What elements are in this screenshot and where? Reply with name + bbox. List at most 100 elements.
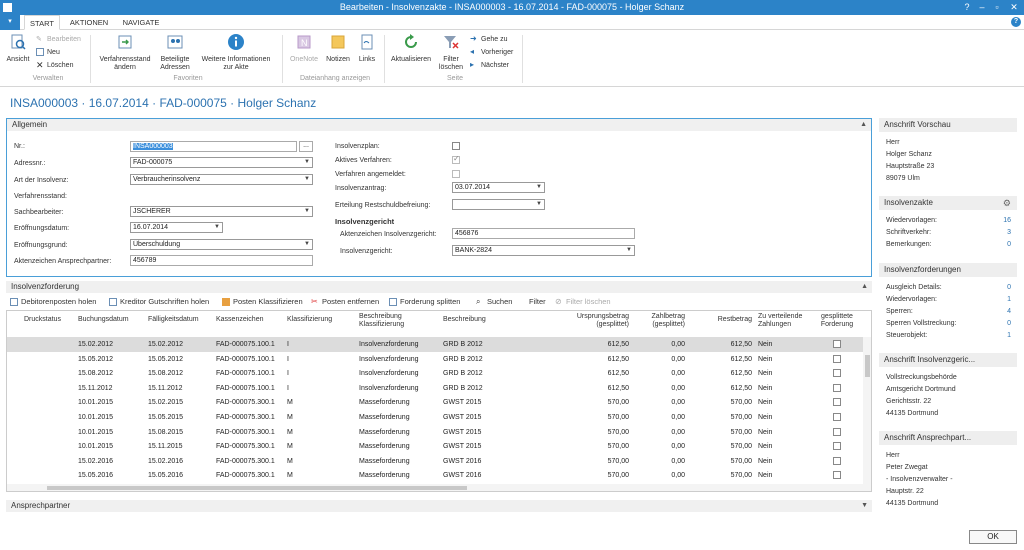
loeschen-button[interactable]: ✕ Löschen [36,61,73,71]
eroeffnungsdatum-field[interactable]: 16.07.2014 ▼ [130,222,223,233]
column-header[interactable]: Beschreibung [443,316,486,324]
minimize-button[interactable]: – [975,1,989,13]
gehe-zu-button[interactable]: ➜ Gehe zu [470,35,507,45]
settings-icon[interactable]: ⚙ [1003,196,1011,210]
table-row[interactable]: 15.08.2012 15.08.2012 FAD-000075.100.1 I Ins… [7,366,863,381]
split-checkbox[interactable] [833,456,841,465]
table-row[interactable]: 10.01.2015 15.11.2015 FAD-000075.300.1 M Mas… [7,439,863,454]
eroeffnungsgrund-field[interactable]: Überschuldung ▼ [130,239,313,250]
tab-navigate[interactable]: NAVIGATE [117,15,165,30]
ansicht-button[interactable]: Ansicht [4,33,32,64]
cue-value[interactable]: 1 [1007,332,1011,339]
sachbearbeiter-field[interactable]: JSCHERER ▼ [130,206,313,217]
antrag-field[interactable]: 03.07.2014 ▼ [452,182,545,193]
gericht-field[interactable]: BANK-2824 ▼ [452,245,635,256]
split-checkbox[interactable] [833,471,841,480]
table-row[interactable]: 15.11.2012 15.11.2012 FAD-000075.100.1 I Ins… [7,381,863,396]
split-checkbox[interactable] [833,383,841,392]
onenote-button[interactable]: N OneNote [286,33,322,64]
close-button[interactable]: ✕ [1007,1,1021,13]
bearbeiten-button[interactable]: ✎ Bearbeiten [36,35,81,45]
horizontal-scrollbar[interactable] [7,484,863,491]
splitten-button[interactable]: Forderung splitten [389,296,460,308]
maximize-button[interactable]: ▫ [990,1,1004,13]
cue-value[interactable]: 0 [1007,284,1011,291]
split-checkbox[interactable] [833,354,841,363]
aktualisieren-button[interactable]: Aktualisieren [388,33,434,64]
split-checkbox[interactable] [833,398,841,407]
factbox-header[interactable]: Insolvenzforderungen [879,263,1017,277]
column-header[interactable]: Restbetrag [707,316,752,324]
factbox-header[interactable]: Anschrift Insolvenzgeric... [879,353,1017,367]
allgemein-header[interactable]: Allgemein ▲ [7,119,871,131]
factbox-header[interactable]: Anschrift Ansprechpart... [879,431,1017,445]
az-gericht-field[interactable]: 456876 [452,228,635,239]
split-checkbox[interactable] [833,413,841,421]
column-header[interactable]: Zu verteilende Zahlungen [758,313,810,329]
debitorenposten-button[interactable]: Debitorenposten holen [10,296,96,308]
table-row[interactable]: 10.01.2015 15.02.2015 FAD-000075.300.1 M Mas… [7,395,863,410]
insolvenzplan-checkbox[interactable] [452,142,460,150]
split-checkbox[interactable] [833,369,841,378]
art-field[interactable]: Verbraucherinsolvenz ▼ [130,174,313,185]
tab-start[interactable]: START [24,15,60,30]
ok-button[interactable]: OK [969,530,1017,544]
table-row[interactable]: 15.05.2016 15.05.2016 FAD-000075.300.1 M Mas… [7,468,863,483]
naechster-button[interactable]: ▸ Nächster [470,61,509,71]
erteilung-field[interactable]: ▼ [452,199,545,210]
entfernen-button[interactable]: ✂ Posten entfernen [311,296,379,308]
table-row[interactable]: 15.02.2012 15.02.2012 FAD-000075.100.1 I Ins… [7,337,863,352]
klassifizieren-button[interactable]: Posten Klassifizieren [222,296,303,308]
neu-button[interactable]: Neu [36,48,60,58]
kreditor-button[interactable]: Kreditor Gutschriften holen [109,296,209,308]
factbox-header[interactable]: Anschrift Vorschau [879,118,1017,132]
column-header[interactable]: Kassenzeichen [216,316,263,324]
split-checkbox[interactable] [833,427,841,436]
column-header[interactable]: Beschreibung Klassifizierung [359,313,419,329]
scrollbar-thumb[interactable] [865,355,870,377]
table-row[interactable]: 15.02.2016 15.02.2016 FAD-000075.300.1 M Mas… [7,454,863,469]
verfahrensstand-button[interactable]: Verfahrensstand ändern [96,33,154,72]
help-icon[interactable]: ? [1011,17,1021,27]
aktives-checkbox[interactable] [452,154,460,164]
suchen-button[interactable]: ⌕ Suchen [476,296,512,308]
adressnr-field[interactable]: FAD-000075 ▼ [130,157,313,168]
cue-value[interactable]: 1 [1007,296,1011,303]
cue-value[interactable]: 16 [1003,217,1011,224]
app-menu-button[interactable]: ▾ [0,15,20,30]
nr-field[interactable]: INSA000003 [130,141,297,152]
help-window-icon[interactable]: ? [960,1,974,13]
filter-button[interactable]: Filter [529,296,546,308]
az-ansprech-field[interactable]: 456789 [130,255,313,266]
tab-aktionen[interactable]: AKTIONEN [66,15,112,30]
links-button[interactable]: Links [355,33,379,64]
ansprechpartner-header[interactable]: Ansprechpartner ▼ [6,500,872,512]
beteiligte-button[interactable]: Beteiligte Adressen [157,33,193,72]
cue-value[interactable]: 4 [1007,308,1011,315]
table-row[interactable]: 10.01.2015 15.08.2015 FAD-000075.300.1 M Mas… [7,425,863,440]
cue-value[interactable]: 3 [1007,229,1011,236]
forderung-header[interactable]: Insolvenzforderung ▲ [6,281,872,293]
column-header[interactable]: Ursprungsbetrag (gesplittet) [563,313,629,329]
table-row[interactable]: 10.01.2015 15.05.2015 FAD-000075.300.1 M Mas… [7,410,863,425]
cue-value[interactable]: 0 [1007,241,1011,248]
column-header[interactable]: Zahlbetrag (gesplittet) [637,313,685,329]
column-header[interactable]: gesplittete Forderung [814,313,860,329]
column-header[interactable]: Druckstatus [24,316,61,324]
column-header[interactable]: Buchungsdatum [78,316,129,324]
notizen-button[interactable]: Notizen [323,33,353,64]
vorheriger-button[interactable]: ◂ Vorheriger [470,48,513,58]
column-header[interactable]: Fälligkeitsdatum [148,316,199,324]
factbox-header[interactable]: Insolvenzakte ⚙ [879,196,1017,210]
filter-loeschen-toolbar-button[interactable]: ⊘ Filter löschen [555,296,611,308]
angemeldet-checkbox[interactable] [452,170,460,178]
column-header[interactable]: Klassifizierung [287,316,332,324]
filter-loeschen-button[interactable]: Filter löschen [437,33,465,72]
split-checkbox[interactable] [833,442,841,451]
table-row[interactable]: 15.05.2012 15.05.2012 FAD-000075.100.1 I Ins… [7,352,863,367]
weitere-button[interactable]: Weitere Informationen zur Akte [196,33,276,72]
split-checkbox[interactable] [833,340,841,348]
scrollbar-thumb[interactable] [47,486,467,490]
nr-assist-button[interactable]: ... [299,141,313,152]
cue-value[interactable]: 0 [1007,320,1011,327]
